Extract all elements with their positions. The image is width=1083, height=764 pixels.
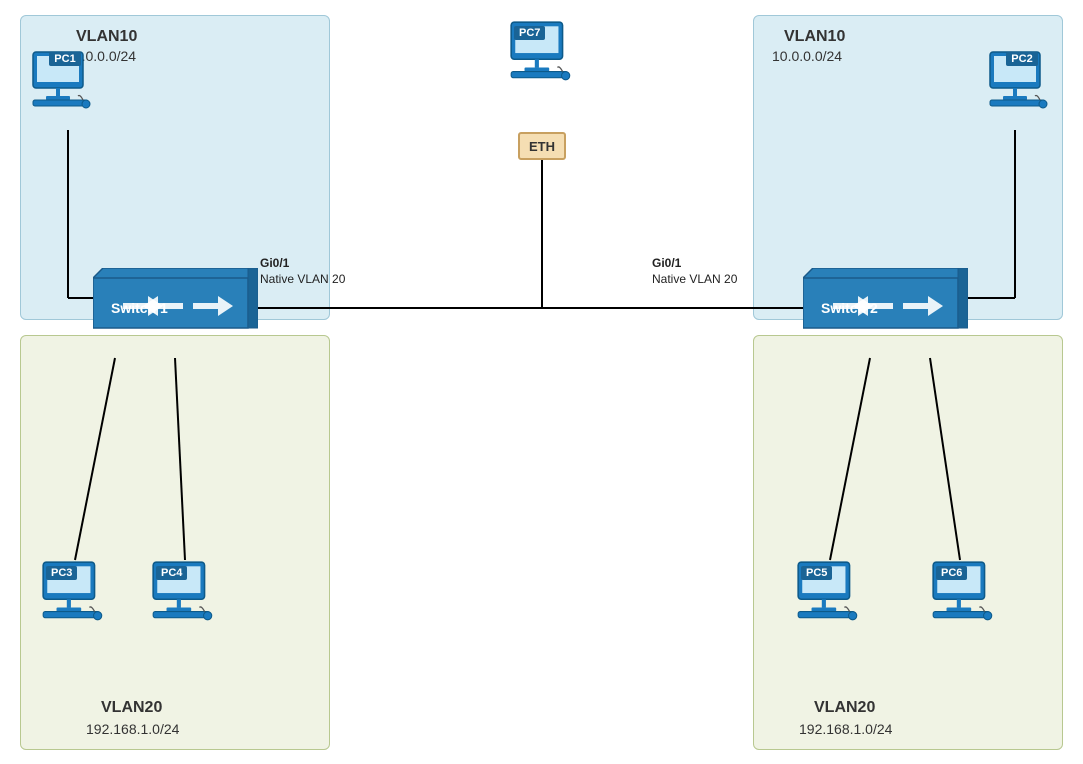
switch1-native-label: Native VLAN 20 bbox=[260, 272, 345, 286]
network-diagram: VLAN10 10.0.0.0/24 VLAN10 10.0.0.0/24 VL… bbox=[0, 0, 1083, 764]
pc4-label: PC4 bbox=[156, 566, 187, 580]
vlan20-left-region: VLAN20 192.168.1.0/24 bbox=[20, 335, 330, 750]
pc3-icon: PC3 bbox=[38, 560, 110, 627]
pc1-icon: PC1 bbox=[28, 50, 98, 66]
switch2-native-label: Native VLAN 20 bbox=[652, 272, 737, 286]
eth-label: ETH bbox=[529, 139, 555, 154]
switch2-label: Switch 2 bbox=[821, 300, 878, 316]
switch2-icon: Switch 2 bbox=[803, 268, 968, 349]
switch1-port-label: Gi0/1 bbox=[260, 256, 289, 270]
switch1-label: Switch 1 bbox=[111, 300, 168, 316]
pc5-label: PC5 bbox=[801, 566, 832, 580]
pc2-icon: PC2 bbox=[985, 50, 1055, 66]
pc3-label: PC3 bbox=[46, 566, 77, 580]
pc7-icon: PC7 bbox=[506, 20, 578, 87]
pc4-icon: PC4 bbox=[148, 560, 220, 627]
pc5-icon: PC5 bbox=[793, 560, 865, 627]
pc6-label: PC6 bbox=[936, 566, 967, 580]
pc7-label: PC7 bbox=[514, 26, 545, 40]
vlan20-right-region: VLAN20 192.168.1.0/24 bbox=[753, 335, 1063, 750]
vlan10-left-label: VLAN10 bbox=[76, 28, 137, 46]
switch2-port-label: Gi0/1 bbox=[652, 256, 681, 270]
vlan20-left-label: VLAN20 bbox=[101, 699, 162, 717]
switch1-icon: Switch 1 bbox=[93, 268, 258, 349]
pc6-icon: PC6 bbox=[928, 560, 1000, 627]
pc2-label: PC2 bbox=[1006, 52, 1037, 66]
vlan20-left-subnet: 192.168.1.0/24 bbox=[86, 721, 179, 737]
vlan20-right-subnet: 192.168.1.0/24 bbox=[799, 721, 892, 737]
vlan10-right-label: VLAN10 bbox=[784, 28, 845, 46]
pc1-label: PC1 bbox=[49, 52, 80, 66]
vlan20-right-label: VLAN20 bbox=[814, 699, 875, 717]
vlan10-right-subnet: 10.0.0.0/24 bbox=[772, 48, 842, 64]
eth-device: ETH bbox=[518, 132, 566, 160]
